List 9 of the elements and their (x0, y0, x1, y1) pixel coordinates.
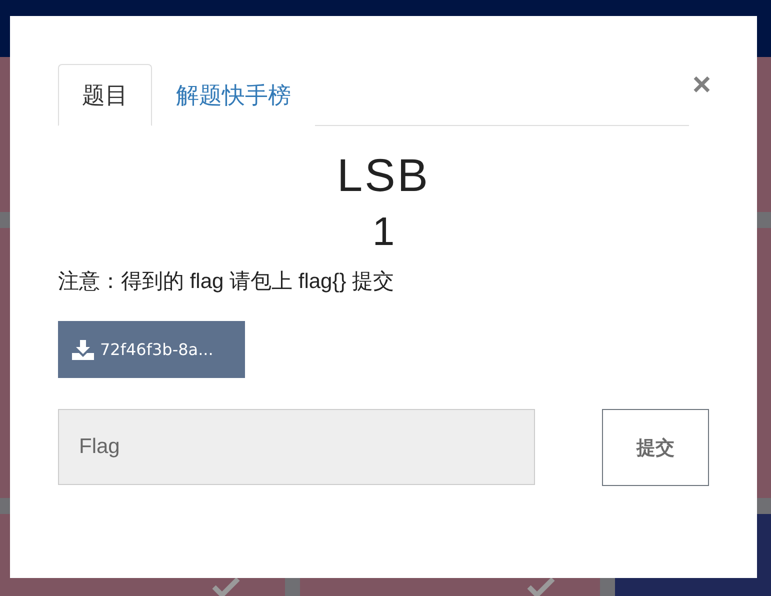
download-button[interactable]: 72f46f3b-8a... (58, 321, 245, 378)
close-button[interactable]: × (692, 68, 711, 100)
note-text: 注意：得到的 flag 请包上 flag{} 提交 (58, 269, 396, 295)
challenge-title: LSB (336, 148, 431, 202)
tab[interactable]: 题目 (58, 64, 152, 126)
flag-input[interactable]: Flag (58, 409, 535, 485)
challenge-points: 1 (371, 210, 396, 255)
download-icon (72, 340, 94, 360)
submit-button[interactable]: 提交 (602, 409, 709, 486)
